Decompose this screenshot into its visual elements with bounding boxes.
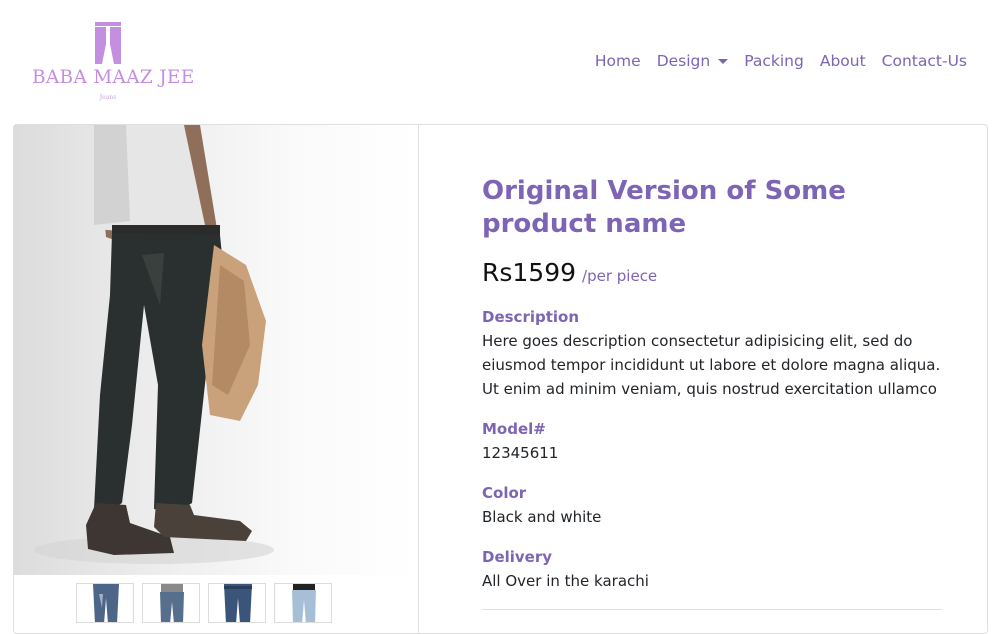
thumbnail-strip [76, 583, 332, 623]
product-main-image[interactable] [14, 125, 417, 575]
color-label: Color [482, 484, 527, 502]
divider [482, 609, 942, 610]
nav-contact-label: Contact-Us [881, 52, 967, 70]
nav-home-label: Home [594, 52, 641, 70]
delivery-value: All Over in the karachi [482, 572, 649, 590]
description-text: Here goes description consectetur adipis… [482, 332, 941, 398]
product-price: Rs1599 [482, 258, 577, 287]
brand-tagline: Jeans [99, 94, 117, 101]
nav-about-label: About [819, 52, 866, 70]
product-gallery [14, 125, 419, 633]
model-value: 12345611 [482, 444, 559, 462]
caret-down-icon [718, 58, 729, 64]
nav-home[interactable]: Home [595, 52, 641, 70]
nav-contact-us[interactable]: Contact-Us [882, 52, 967, 70]
color-value: Black and white [482, 508, 602, 526]
nav-design-dropdown[interactable]: Design [657, 52, 729, 70]
navbar: BABA MAAZ JEE Jeans Home Design Packing … [0, 0, 1007, 124]
product-thumbnail-1[interactable] [76, 583, 134, 623]
price-unit: /per piece [582, 267, 658, 285]
nav-packing-label: Packing [744, 52, 804, 70]
product-thumbnail-4[interactable] [274, 583, 332, 623]
delivery-label: Delivery [482, 548, 553, 566]
nav-packing[interactable]: Packing [744, 52, 804, 70]
logo-icon [95, 22, 121, 64]
price-row: Rs1599/per piece [482, 258, 657, 287]
product-card: Original Version of Some product name Rs… [13, 124, 988, 634]
nav-about[interactable]: About [820, 52, 866, 70]
brand-logo[interactable]: BABA MAAZ JEE Jeans [32, 22, 195, 104]
model-label: Model# [482, 420, 546, 438]
product-thumbnail-3[interactable] [208, 583, 266, 623]
product-title: Original Version of Some product name [482, 176, 846, 239]
description-label: Description [482, 308, 580, 326]
main-nav: Home Design Packing About Contact-Us [595, 52, 967, 70]
nav-design-label: Design [656, 52, 711, 70]
brand-name: BABA MAAZ JEE [32, 67, 195, 88]
man-in-jeans-illustration [34, 125, 274, 564]
product-thumbnail-2[interactable] [142, 583, 200, 623]
